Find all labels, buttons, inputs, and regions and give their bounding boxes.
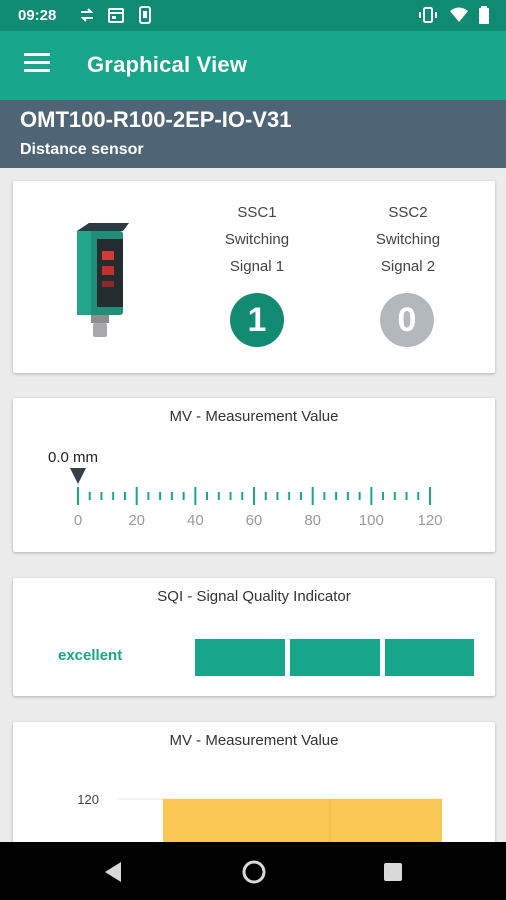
sqi-card: SQI - Signal Quality Indicator excellent	[13, 578, 495, 696]
value-pointer-marker	[70, 468, 86, 484]
sqi-bar-3	[385, 639, 474, 676]
switching-signals-card: SSC1 Switching Signal 1 1 SSC2 Switching…	[13, 181, 495, 373]
measurement-value-card: MV - Measurement Value 0.0 mm 0 20 40 60 80 1…	[13, 398, 495, 552]
status-bar: 09:28	[0, 0, 506, 31]
sync-icon	[80, 8, 94, 22]
sqi-level-label: excellent	[58, 647, 123, 664]
sqi-title: SQI - Signal Quality Indicator	[157, 588, 351, 605]
ssc2-label: SSC2 Switching Signal 2	[343, 199, 473, 280]
device-name: OMT100-R100-2EP-IO-V31	[20, 107, 292, 132]
calendar-icon	[108, 8, 124, 23]
sqi-bar-2	[290, 639, 380, 676]
measurement-scale: 0 20 40 60 80 100 120	[70, 468, 443, 529]
scale-tick-label: 100	[359, 512, 384, 529]
ssc1-state-indicator: 1	[230, 293, 284, 347]
scale-tick-label: 20	[128, 512, 145, 529]
scale-tick-label: 80	[304, 512, 321, 529]
ssc2-state-indicator: 0	[380, 293, 434, 347]
vibrate-icon	[419, 7, 437, 23]
ssc1-label: SSC1 Switching Signal 1	[192, 199, 322, 280]
hamburger-menu-icon[interactable]	[24, 53, 50, 77]
ssc2-line1: Switching	[375, 231, 441, 248]
wifi-icon	[450, 7, 468, 22]
recents-icon[interactable]	[383, 862, 403, 882]
sqi-bar-1	[195, 639, 285, 676]
chart-y-tick-label: 120	[77, 792, 99, 807]
back-icon[interactable]	[103, 861, 123, 883]
ssc1-line1: Switching	[224, 231, 290, 248]
ssc2-line2: Signal 2	[380, 258, 436, 275]
scale-tick-label: 40	[187, 512, 204, 529]
ssc1-code: SSC1	[237, 204, 277, 221]
navigation-bar	[0, 842, 506, 900]
scale-tick-label: 120	[417, 512, 442, 529]
sensor-image	[77, 223, 129, 337]
ssc1-line2: Signal 1	[229, 258, 285, 275]
page-title: Graphical View	[87, 52, 248, 77]
ssc2-code: SSC2	[388, 204, 428, 221]
app-bar: Graphical View	[0, 31, 506, 100]
device-header: OMT100-R100-2EP-IO-V31 Distance sensor	[0, 100, 506, 168]
phone-icon	[139, 6, 151, 24]
scale-tick-label: 60	[246, 512, 263, 529]
status-time: 09:28	[18, 7, 57, 24]
device-type: Distance sensor	[20, 141, 144, 158]
home-icon[interactable]	[242, 860, 266, 884]
battery-icon	[479, 6, 489, 24]
scale-tick-label: 0	[74, 512, 82, 529]
